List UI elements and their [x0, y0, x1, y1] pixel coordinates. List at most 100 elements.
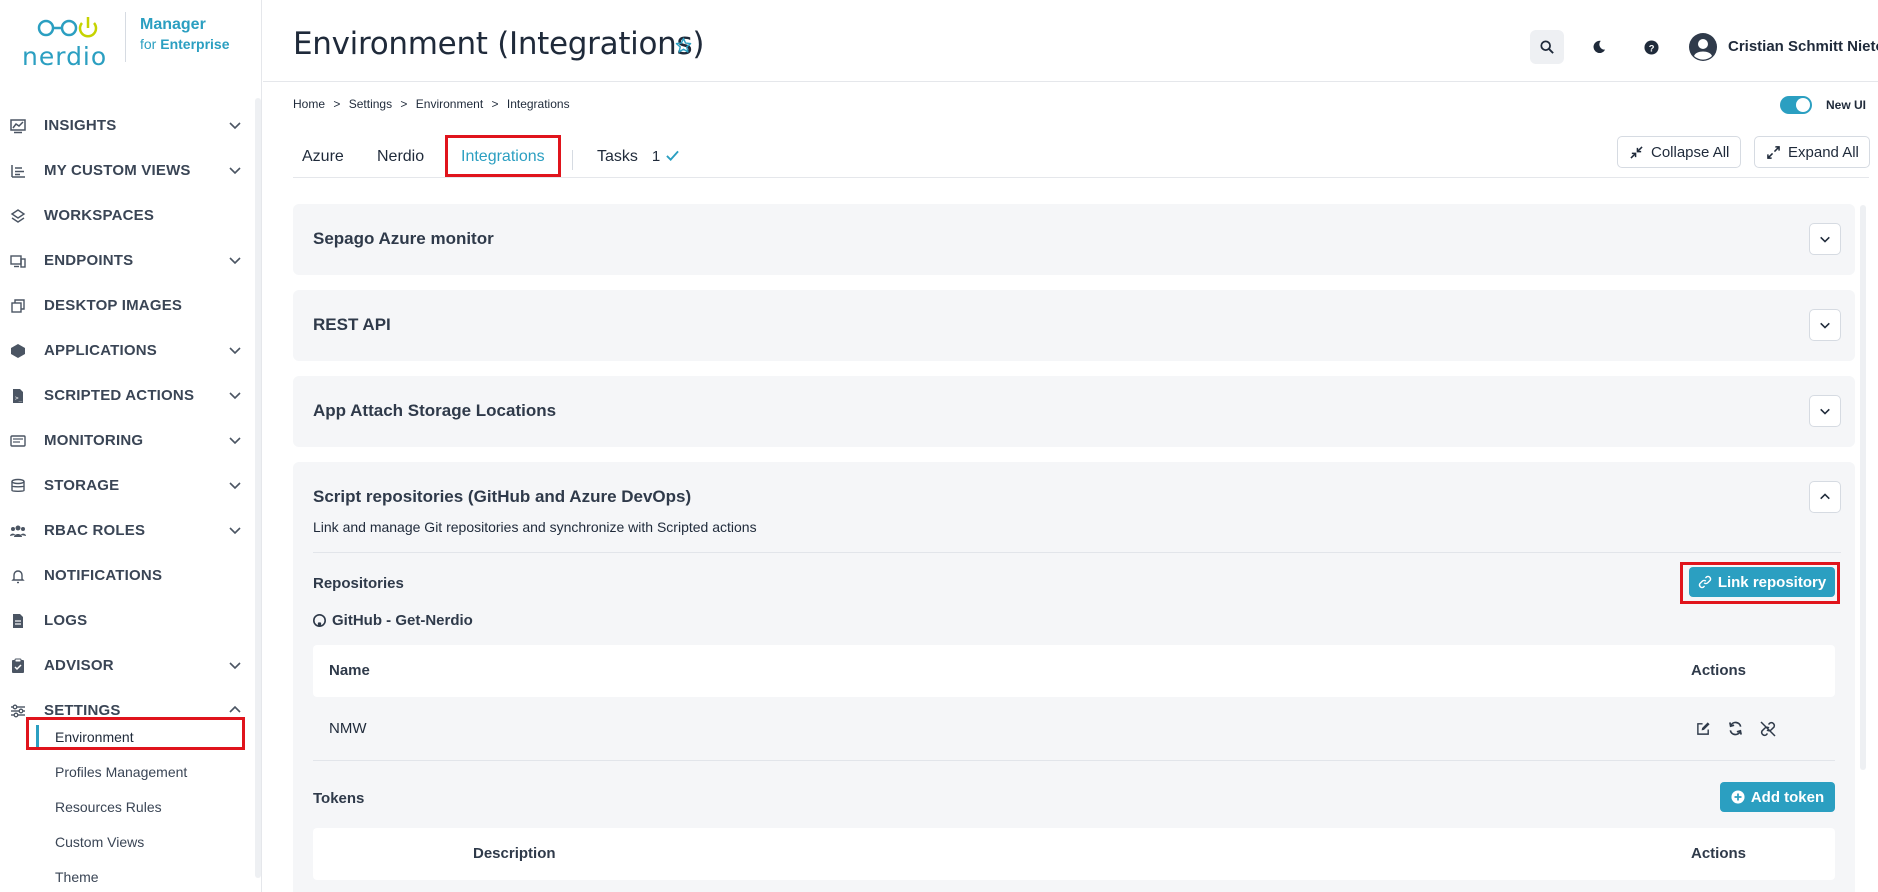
monitoring-icon	[10, 433, 26, 449]
moon-icon	[1593, 40, 1606, 54]
sidebar: nerdio Manager for Enterprise INSIGHTS M…	[0, 0, 262, 892]
collapse-panel-button[interactable]	[1809, 481, 1841, 513]
search-button[interactable]	[1530, 30, 1564, 64]
tab-integrations[interactable]: Integrations	[461, 148, 545, 166]
sidebar-item-label: DESKTOP IMAGES	[44, 297, 183, 314]
new-ui-label: New UI	[1826, 98, 1867, 112]
sidebar-item-applications[interactable]: APPLICATIONS	[0, 328, 250, 373]
column-header-name: Name	[329, 662, 370, 679]
subnav-item-profiles-management[interactable]: Profiles Management	[28, 754, 243, 789]
add-token-button[interactable]: Add token	[1720, 782, 1835, 812]
repositories-table: Name Actions NMW	[313, 645, 1835, 761]
main-scrollbar[interactable]	[1860, 205, 1866, 770]
repo-source: GitHub - Get-Nerdio	[313, 612, 473, 629]
expand-panel-button[interactable]	[1809, 223, 1841, 255]
check-icon	[666, 150, 680, 162]
column-header-actions: Actions	[1691, 662, 1747, 679]
tab-tasks[interactable]: Tasks 1	[597, 148, 680, 166]
product-line2-main: Enterprise	[160, 36, 230, 52]
sidebar-item-notifications[interactable]: NOTIFICATIONS	[0, 553, 250, 598]
nerdio-logo[interactable]: nerdio Manager for Enterprise	[22, 12, 242, 71]
scripted-actions-icon: >_	[10, 388, 26, 404]
sidebar-item-label: ADVISOR	[44, 657, 114, 674]
link-repository-button[interactable]: Link repository	[1689, 567, 1835, 597]
tab-nerdio[interactable]: Nerdio	[377, 148, 424, 166]
sidebar-item-monitoring[interactable]: MONITORING	[0, 418, 250, 463]
chevron-down-icon	[1820, 322, 1830, 329]
dark-mode-button[interactable]	[1582, 30, 1616, 64]
collapse-icon	[1630, 145, 1643, 159]
subnav-item-environment[interactable]: Environment	[28, 719, 243, 754]
help-button[interactable]: ?	[1634, 30, 1668, 64]
new-ui-toggle[interactable]	[1780, 96, 1812, 114]
custom-views-icon	[10, 163, 26, 179]
sidebar-item-label: SETTINGS	[44, 702, 121, 719]
unlink-icon[interactable]	[1760, 721, 1776, 737]
sidebar-item-desktop-images[interactable]: DESKTOP IMAGES	[0, 283, 250, 328]
sidebar-item-label: MONITORING	[44, 432, 144, 449]
collapse-all-button[interactable]: Collapse All	[1617, 136, 1741, 168]
svg-text:?: ?	[1648, 43, 1654, 53]
sidebar-item-label: INSIGHTS	[44, 117, 117, 134]
sidebar-item-my-custom-views[interactable]: MY CUSTOM VIEWS	[0, 148, 250, 193]
sidebar-scrollbar[interactable]	[255, 98, 261, 878]
endpoints-icon	[10, 253, 26, 269]
chevron-down-icon	[229, 347, 241, 355]
subnav-item-custom-views[interactable]: Custom Views	[28, 824, 243, 859]
user-avatar-icon[interactable]	[1688, 32, 1718, 62]
sidebar-nav: INSIGHTS MY CUSTOM VIEWS WORKSPACES ENDP…	[0, 103, 250, 733]
repo-name-cell: NMW	[329, 720, 367, 737]
favorite-star-icon[interactable]	[675, 37, 692, 54]
breadcrumb-home[interactable]: Home	[293, 97, 325, 111]
sidebar-item-label: ENDPOINTS	[44, 252, 134, 269]
sidebar-item-storage[interactable]: STORAGE	[0, 463, 250, 508]
expand-panel-button[interactable]	[1809, 309, 1841, 341]
sidebar-item-advisor[interactable]: ADVISOR	[0, 643, 250, 688]
column-header-actions: Actions	[1691, 845, 1747, 862]
sidebar-item-rbac-roles[interactable]: RBAC ROLES	[0, 508, 250, 553]
sidebar-item-logs[interactable]: LOGS	[0, 598, 250, 643]
subnav-item-theme[interactable]: Theme	[28, 859, 243, 892]
sidebar-item-endpoints[interactable]: ENDPOINTS	[0, 238, 250, 283]
chevron-down-icon	[229, 437, 241, 445]
expand-icon	[1767, 145, 1780, 159]
sidebar-item-label: MY CUSTOM VIEWS	[44, 162, 191, 179]
user-name[interactable]: Cristian Schmitt Nieto	[1728, 38, 1878, 55]
sidebar-item-label: SCRIPTED ACTIONS	[44, 387, 195, 404]
sidebar-item-label: APPLICATIONS	[44, 342, 157, 359]
sidebar-item-label: RBAC ROLES	[44, 522, 146, 539]
product-line2: for Enterprise	[140, 36, 229, 52]
sidebar-item-label: WORKSPACES	[44, 207, 155, 224]
settings-subnav: Environment Profiles Management Resource…	[28, 719, 243, 892]
tab-azure[interactable]: Azure	[302, 148, 344, 166]
expand-all-label: Expand All	[1788, 143, 1859, 161]
sidebar-item-insights[interactable]: INSIGHTS	[0, 103, 250, 148]
panel-title: Sepago Azure monitor	[313, 229, 494, 248]
panel-sepago-azure-monitor[interactable]: Sepago Azure monitor	[293, 204, 1855, 275]
expand-all-button[interactable]: Expand All	[1754, 136, 1870, 168]
applications-icon	[10, 343, 26, 359]
page-title: Environment (Integrations)	[293, 26, 705, 62]
bell-icon	[10, 568, 26, 584]
panel-app-attach-storage[interactable]: App Attach Storage Locations	[293, 376, 1855, 447]
brand-name: nerdio	[22, 42, 108, 71]
expand-panel-button[interactable]	[1809, 395, 1841, 427]
logo-divider	[125, 12, 126, 62]
insights-icon	[10, 118, 26, 134]
sidebar-item-workspaces[interactable]: WORKSPACES	[0, 193, 250, 238]
breadcrumb-environment[interactable]: Environment	[416, 97, 483, 111]
breadcrumb-settings[interactable]: Settings	[349, 97, 392, 111]
sidebar-item-scripted-actions[interactable]: >_ SCRIPTED ACTIONS	[0, 373, 250, 418]
subnav-item-resources-rules[interactable]: Resources Rules	[28, 789, 243, 824]
chevron-up-icon	[229, 705, 241, 713]
sync-icon[interactable]	[1728, 721, 1744, 737]
chevron-down-icon	[229, 527, 241, 535]
edit-icon[interactable]	[1696, 721, 1712, 737]
storage-icon	[10, 478, 26, 494]
panel-script-repositories: Script repositories (GitHub and Azure De…	[293, 462, 1855, 892]
panel-rest-api[interactable]: REST API	[293, 290, 1855, 361]
advisor-icon	[10, 658, 26, 674]
sidebar-item-label: STORAGE	[44, 477, 120, 494]
table-row: NMW	[313, 697, 1835, 761]
desktop-images-icon	[10, 298, 26, 314]
